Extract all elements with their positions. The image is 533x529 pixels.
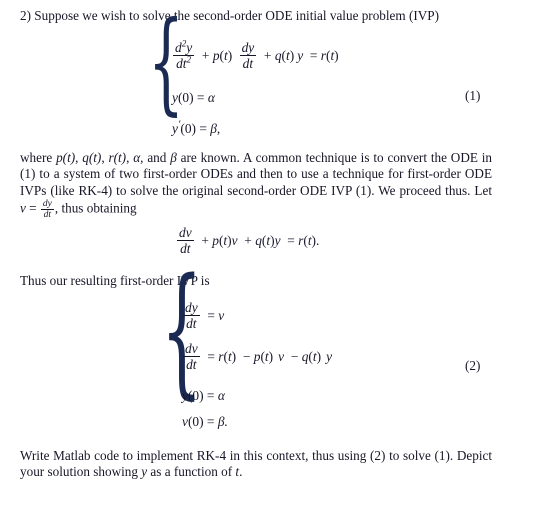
- explanation-text-a: where: [20, 150, 57, 165]
- inline-dy-dt-fraction: dy dt: [40, 199, 54, 221]
- equation-2-row-ic-v: v(0) = β.: [182, 414, 228, 429]
- problem-intro-text: Suppose we wish to solve the second-orde…: [34, 8, 439, 23]
- resulting-ivp-paragraph: Thus our resulting first-order IVP is: [20, 273, 210, 288]
- problem-intro-paragraph: 2) Suppose we wish to solve the second-o…: [20, 8, 492, 24]
- document-page: 2) Suppose we wish to solve the second-o…: [0, 0, 533, 529]
- symbol-q-of-t: q(t): [82, 150, 102, 165]
- equation-2-row-ic-y: y(0) = α: [182, 388, 225, 403]
- task-paragraph: Write Matlab code to implement RK-4 in t…: [20, 448, 492, 481]
- explanation-paragraph: where p(t), q(t), r(t), α, and β are kno…: [20, 150, 492, 221]
- second-derivative-fraction: d2y dt2: [173, 38, 195, 72]
- ic-y-value: α: [217, 388, 225, 403]
- symbol-beta: β: [170, 150, 177, 165]
- task-text-a: Write Matlab code to implement RK-4 in t…: [20, 448, 492, 480]
- explanation-text-c: , thus obtaining: [54, 200, 137, 216]
- equation-2-row-dydt: dy dt = v: [183, 300, 225, 332]
- first-derivative-fraction: dy dt: [239, 40, 257, 72]
- dydt-rhs: v: [218, 308, 225, 324]
- task-text-b: as a function of: [147, 464, 236, 480]
- equals-sign-inline: =: [29, 200, 37, 216]
- symbol-p-of-t: p(t): [56, 150, 76, 165]
- equation-1-row-ic-y: y(0) = α: [172, 90, 215, 105]
- dv-dt-fraction-2: dv dt: [183, 341, 200, 373]
- equation-2-number: (2): [465, 358, 481, 373]
- task-text-c: .: [239, 464, 243, 480]
- conjunction-and: , and: [140, 150, 171, 165]
- equation-1-row-ode: d2y dt2 + p(t) dy dt + q(t) y = r(t): [173, 38, 339, 72]
- equation-1-number: (1): [465, 88, 481, 103]
- symbol-r-of-t: r(t): [108, 150, 127, 165]
- equation-1-row-ic-yprime: y′(0) = β,: [172, 118, 221, 136]
- dy-dt-fraction-2: dy dt: [183, 300, 200, 332]
- ic-v-value: β.: [217, 414, 228, 429]
- symbol-v: v: [20, 200, 26, 216]
- equation-2-row-dvdt: dv dt = r(t) − p(t) v − q(t) y: [183, 341, 333, 373]
- problem-number: 2): [20, 8, 31, 23]
